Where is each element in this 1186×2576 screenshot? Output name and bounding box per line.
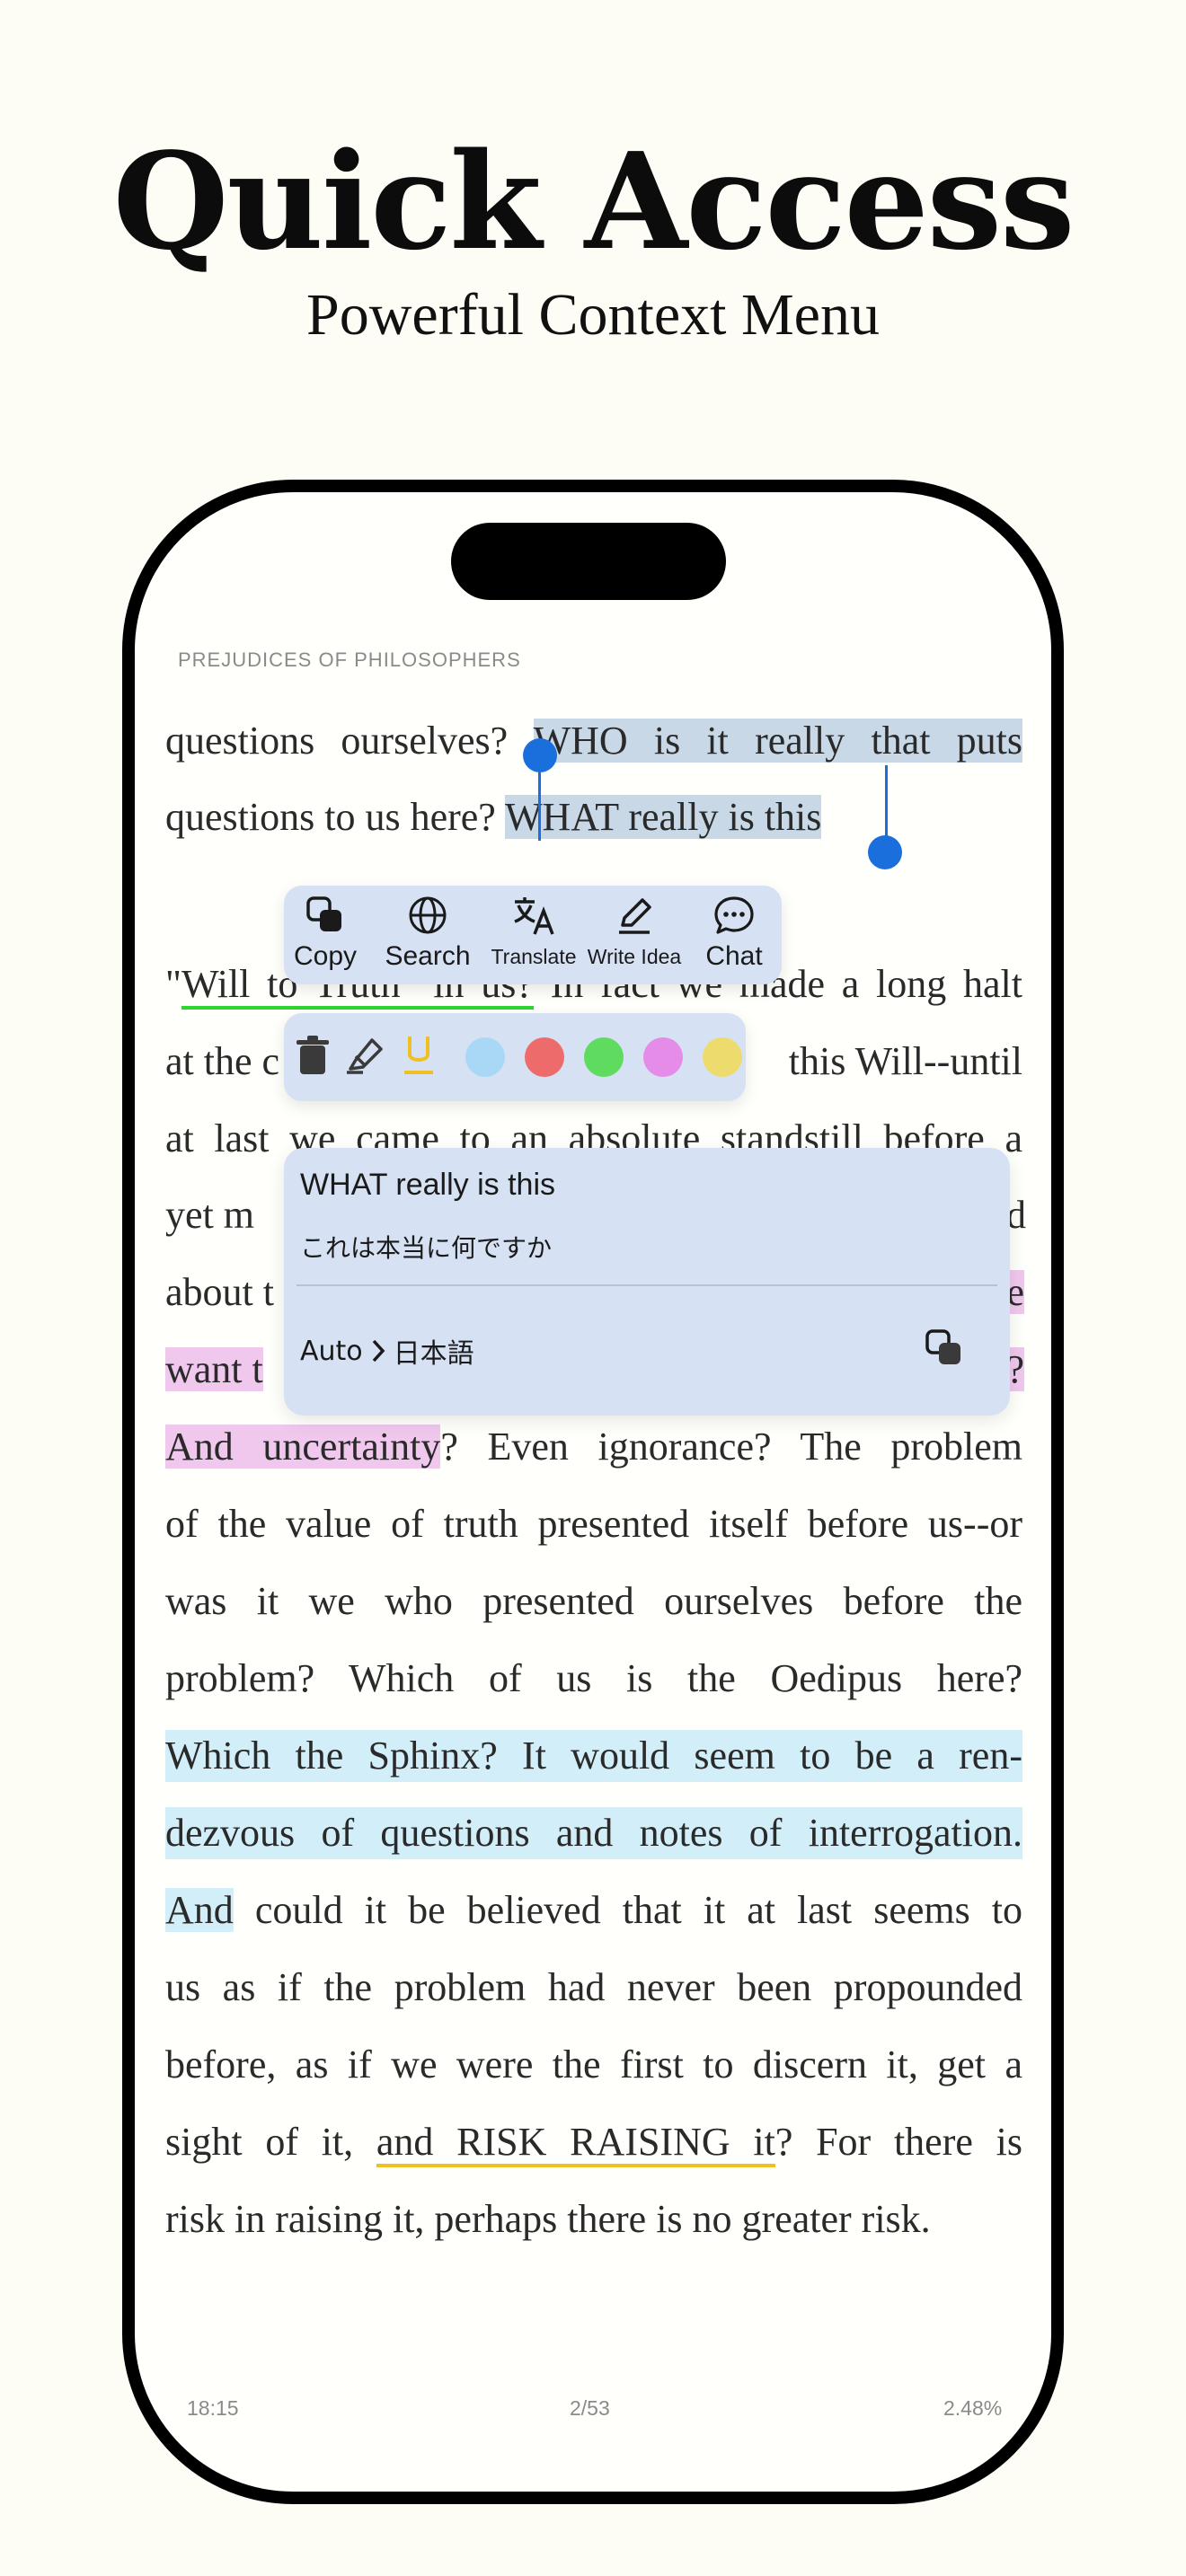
selection-start-handle[interactable] — [523, 738, 557, 772]
color-swatch-green[interactable] — [584, 1037, 624, 1077]
search-button[interactable]: Search — [379, 886, 476, 984]
highlighter-icon[interactable] — [343, 1033, 386, 1076]
blue-highlight[interactable]: And — [165, 1888, 234, 1932]
reading-progress: 2.48% — [943, 2396, 1003, 2420]
selected-text[interactable]: WHAT really is this — [505, 795, 822, 839]
target-language: 日本語 — [393, 1338, 474, 1370]
chat-bubble-icon — [714, 896, 754, 934]
dynamic-island — [451, 523, 726, 600]
translate-icon — [514, 897, 554, 935]
clock-time: 18:15 — [187, 2396, 239, 2420]
text-line[interactable]: problem? Which of us is the Oedipus here… — [165, 1653, 1022, 1705]
yellow-underline[interactable]: and RISK RAISING it — [376, 2120, 775, 2167]
blue-highlight[interactable]: dezvous of questions and notes of interr… — [165, 1807, 1022, 1859]
hero-title: Quick Access — [112, 123, 1075, 279]
text-line[interactable]: questions ourselves? WHO is it really th… — [165, 715, 1023, 767]
highlight-toolbar — [284, 1013, 746, 1101]
chapter-header: PREJUDICES OF PHILOSOPHERS — [178, 648, 521, 671]
write-idea-button[interactable]: Write Idea — [584, 886, 685, 984]
write-idea-label: Write Idea — [587, 945, 682, 968]
chevron-right-icon — [372, 1339, 385, 1363]
copy-button[interactable]: Copy — [291, 886, 359, 984]
text-line[interactable]: And could it be believed that it at last… — [165, 1884, 1022, 1936]
text-line[interactable]: of the value of truth presented itself b… — [165, 1498, 1022, 1550]
pencil-icon — [619, 898, 651, 934]
chat-button[interactable]: Chat — [692, 886, 776, 984]
translation-popup: WHAT really is this これは本当に何ですか Auto 日本語 — [284, 1148, 1010, 1416]
translation-result-text: これは本当に何ですか — [300, 1233, 553, 1263]
page-indicator: 2/53 — [570, 2396, 610, 2420]
chat-label: Chat — [705, 941, 763, 971]
pink-highlight[interactable]: want t — [165, 1347, 263, 1391]
translate-label: Translate — [491, 945, 577, 968]
color-swatch-yellow[interactable] — [703, 1037, 742, 1077]
blue-highlight[interactable]: Which the Sphinx? It would seem to be a … — [165, 1730, 1022, 1782]
underline-icon[interactable] — [401, 1033, 437, 1078]
context-menu: Copy Search Translate Write Idea Chat — [284, 886, 782, 984]
search-label: Search — [385, 941, 471, 971]
language-selector[interactable]: Auto 日本語 — [300, 1331, 474, 1371]
translate-button[interactable]: Translate — [483, 886, 584, 984]
hero-subtitle: Powerful Context Menu — [306, 282, 880, 348]
selection-end-bar — [885, 765, 888, 841]
copy-icon[interactable] — [924, 1328, 965, 1369]
translation-source-text: WHAT really is this — [300, 1168, 556, 1202]
color-swatch-blue[interactable] — [465, 1037, 505, 1077]
copy-icon — [306, 896, 341, 931]
color-swatch-red[interactable] — [525, 1037, 564, 1077]
text-line[interactable]: us as if the problem had never been prop… — [165, 1962, 1022, 2014]
pink-highlight[interactable]: And uncertainty — [165, 1425, 441, 1469]
divider — [296, 1284, 997, 1286]
text-line[interactable]: risk in raising it, perhaps there is no … — [165, 2193, 1022, 2245]
text-line[interactable]: And uncertainty? Even ignorance? The pro… — [165, 1421, 1022, 1473]
color-swatch-pink[interactable] — [643, 1037, 683, 1077]
trash-icon[interactable] — [295, 1035, 331, 1076]
selection-end-handle[interactable] — [868, 835, 902, 869]
globe-icon — [409, 896, 447, 934]
text-line[interactable]: questions to us here? WHAT really is thi… — [165, 791, 1022, 843]
source-language: Auto — [300, 1335, 363, 1367]
text-line[interactable]: this Will--until — [751, 1036, 1022, 1088]
text-line[interactable]: sight of it, and RISK RAISING it? For th… — [165, 2116, 1022, 2168]
text-line[interactable]: was it we who presented ourselves before… — [165, 1575, 1022, 1628]
text-line[interactable]: before, as if we were the first to disce… — [165, 2039, 1022, 2091]
selected-text[interactable]: WHO is it really that puts — [533, 719, 1023, 763]
copy-label: Copy — [293, 941, 358, 971]
